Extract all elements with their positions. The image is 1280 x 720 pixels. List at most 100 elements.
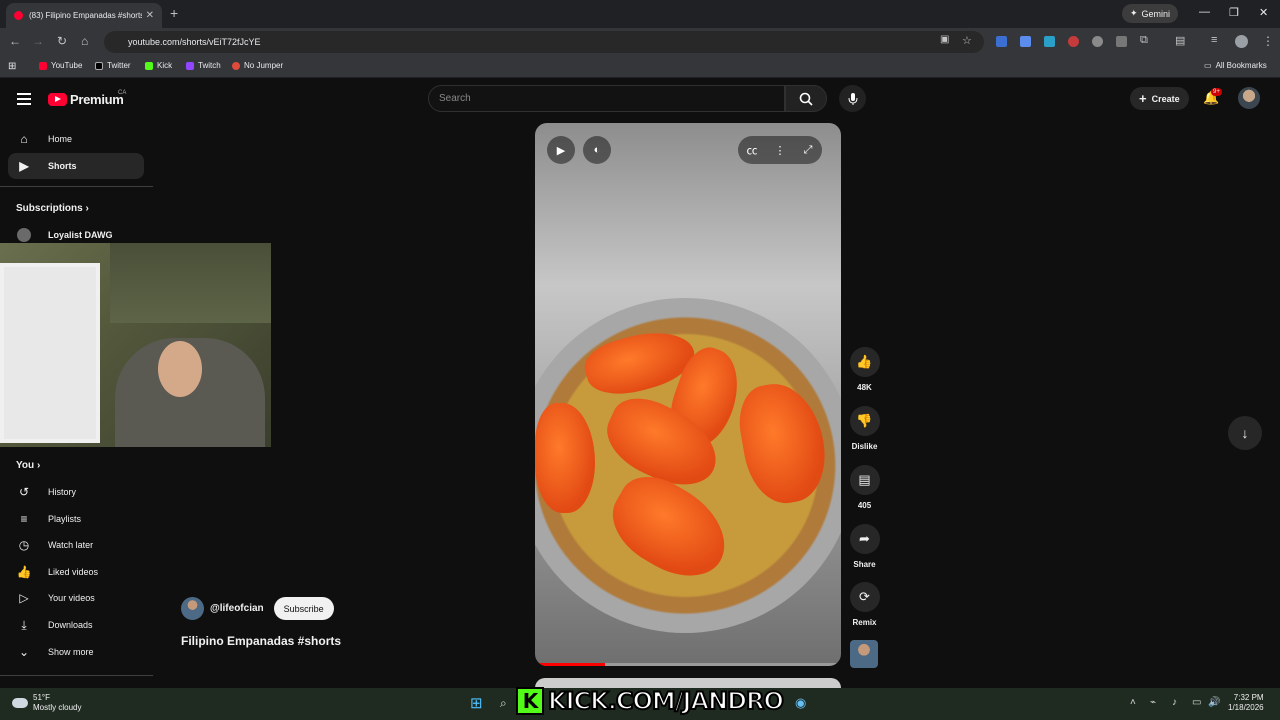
- sidebar-item-home[interactable]: ⌂ Home: [8, 126, 144, 152]
- restore-icon[interactable]: ❐: [1229, 6, 1239, 19]
- dislike-button[interactable]: 👎 Dislike: [849, 406, 880, 451]
- extension-icon[interactable]: [1068, 36, 1079, 47]
- tab-title: (83) Filipino Empanadas #shorts: [29, 11, 142, 20]
- steam-icon[interactable]: ◉: [795, 695, 806, 711]
- captions-button[interactable]: ㏄: [738, 136, 766, 164]
- browser-tab[interactable]: (83) Filipino Empanadas #shorts ✕: [6, 3, 162, 28]
- tray-chevron-up-icon[interactable]: ˄: [1130, 697, 1136, 708]
- sidebar-item-downloads[interactable]: ⤓ Downloads: [8, 612, 144, 638]
- extensions-puzzle-icon[interactable]: ⧉: [1140, 34, 1148, 47]
- bookmark-kick[interactable]: Kick: [145, 61, 172, 70]
- new-tab-icon[interactable]: +: [170, 5, 178, 21]
- cloud-icon: [12, 698, 28, 708]
- search-input[interactable]: Search: [428, 85, 785, 112]
- subscribe-button[interactable]: Subscribe: [273, 597, 334, 620]
- comments-button[interactable]: ▤ 405: [849, 465, 880, 510]
- url-text: youtube.com/shorts/vEiT72fJcYE: [128, 37, 261, 47]
- search-button[interactable]: [785, 85, 827, 112]
- channel-avatar[interactable]: [181, 597, 204, 620]
- apps-grid-icon[interactable]: ⊞: [8, 61, 16, 72]
- network-icon[interactable]: ⌁: [1150, 697, 1156, 708]
- youtube-logo-icon: [48, 93, 67, 106]
- more-options-button[interactable]: ⋮: [766, 136, 794, 164]
- tab-search-icon[interactable]: ≡: [1211, 34, 1217, 46]
- back-icon[interactable]: ←: [9, 34, 21, 48]
- profile-icon[interactable]: [1235, 35, 1248, 48]
- sidebar-item-label: Your videos: [48, 593, 95, 603]
- menu-icon[interactable]: [17, 93, 31, 105]
- gemini-button[interactable]: ✦ Gemini: [1122, 4, 1179, 23]
- menu-kebab-icon[interactable]: ⋮: [1262, 34, 1274, 48]
- weather-widget[interactable]: 51°F Mostly cloudy: [12, 693, 81, 713]
- weather-condition: Mostly cloudy: [33, 703, 82, 712]
- forward-icon[interactable]: →: [32, 34, 44, 48]
- sidebar-item-watch-later[interactable]: ◷ Watch later: [8, 532, 144, 558]
- shorts-video-player[interactable]: ▶ ◐ ㏄ ⋮ ⤢: [535, 123, 841, 666]
- sidebar-item-liked-videos[interactable]: 👍 Liked videos: [8, 559, 144, 585]
- close-window-icon[interactable]: ✕: [1259, 6, 1268, 19]
- share-button[interactable]: ➦ Share: [849, 524, 880, 569]
- voice-search-button[interactable]: [839, 85, 866, 112]
- sidebar-item-shorts[interactable]: ▶ Shorts: [8, 153, 144, 179]
- channel-thumbnail[interactable]: [850, 640, 878, 668]
- fullscreen-button[interactable]: ⤢: [794, 136, 822, 164]
- channel-info: @lifeofcian Subscribe: [181, 597, 334, 620]
- share-icon: ➦: [849, 524, 880, 554]
- bookmark-star-icon[interactable]: ☆: [962, 34, 972, 47]
- webcam-window: [0, 263, 100, 443]
- progress-bar[interactable]: [535, 663, 841, 666]
- microphone-icon: [848, 92, 857, 105]
- extension-icon[interactable]: [1020, 36, 1031, 47]
- address-bar[interactable]: youtube.com/shorts/vEiT72fJcYE: [104, 31, 984, 53]
- extension-icon[interactable]: [1044, 36, 1055, 47]
- play-button[interactable]: ▶: [547, 136, 575, 164]
- twitch-icon: [186, 61, 194, 70]
- you-heading[interactable]: You ›: [16, 460, 40, 471]
- all-bookmarks[interactable]: ▭ All Bookmarks: [1204, 61, 1267, 70]
- next-video-button[interactable]: ↓: [1228, 416, 1262, 450]
- bookmark-label: No Jumper: [244, 61, 284, 70]
- speaker-icon[interactable]: 🔊: [1208, 697, 1220, 708]
- system-clock[interactable]: 7:32 PM 1/18/2026: [1228, 693, 1264, 713]
- thumb-up-icon: 👍: [849, 347, 880, 377]
- bookmark-nojumper[interactable]: No Jumper: [232, 61, 283, 70]
- sidebar-item-label: Playlists: [48, 514, 82, 524]
- create-button[interactable]: + Create: [1130, 87, 1189, 110]
- cast-icon[interactable]: ▣: [940, 34, 949, 45]
- reload-icon[interactable]: ↻: [57, 34, 67, 48]
- subscription-label: Loyalist DAWG: [48, 230, 113, 240]
- logo-text: Premium: [70, 92, 124, 107]
- mic-tray-icon[interactable]: ♪: [1172, 697, 1177, 708]
- search-taskbar-icon[interactable]: ⌕: [500, 696, 507, 711]
- sidebar-item-your-videos[interactable]: ▷ Your videos: [8, 585, 144, 611]
- youtube-premium-logo[interactable]: Premium CA: [48, 90, 126, 107]
- close-tab-icon[interactable]: ✕: [146, 10, 154, 21]
- account-avatar[interactable]: [1238, 87, 1260, 109]
- extension-icon[interactable]: [1092, 36, 1103, 47]
- extension-icon[interactable]: [1116, 36, 1127, 47]
- start-icon[interactable]: ⊞: [470, 694, 483, 712]
- subscriptions-heading[interactable]: Subscriptions ›: [16, 203, 89, 214]
- sidepanel-icon[interactable]: ▤: [1175, 34, 1185, 47]
- channel-handle[interactable]: @lifeofcian: [210, 603, 264, 614]
- bookmark-twitch[interactable]: Twitch: [186, 61, 221, 70]
- history-icon: ↺: [18, 485, 30, 499]
- bookmark-label: Twitter: [107, 61, 131, 70]
- extension-icon[interactable]: [996, 36, 1007, 47]
- remix-button[interactable]: ⟳ Remix: [849, 582, 880, 627]
- minimize-icon[interactable]: —: [1199, 6, 1210, 18]
- kick-overlay-text: KICK.COM/JANDRO: [547, 686, 785, 716]
- bookmark-youtube[interactable]: YouTube: [39, 61, 82, 70]
- home-browser-icon[interactable]: ⌂: [81, 34, 88, 48]
- sidebar-item-playlists[interactable]: ≡ Playlists: [8, 506, 144, 532]
- remix-icon: ⟳: [849, 582, 880, 612]
- sidebar-item-show-more[interactable]: ⌄ Show more: [8, 639, 144, 665]
- display-icon[interactable]: ▭: [1192, 697, 1201, 708]
- like-button[interactable]: 👍 48K: [849, 347, 880, 392]
- sidebar-item-history[interactable]: ↺ History: [8, 479, 144, 505]
- browser-tab-strip: (83) Filipino Empanadas #shorts ✕ + ✦ Gem…: [0, 0, 1280, 28]
- sidebar-item-label: Home: [48, 134, 73, 144]
- play-icon: ▶: [556, 144, 566, 157]
- bookmark-twitter[interactable]: Twitter: [95, 61, 131, 70]
- volume-button[interactable]: ◐: [583, 136, 611, 164]
